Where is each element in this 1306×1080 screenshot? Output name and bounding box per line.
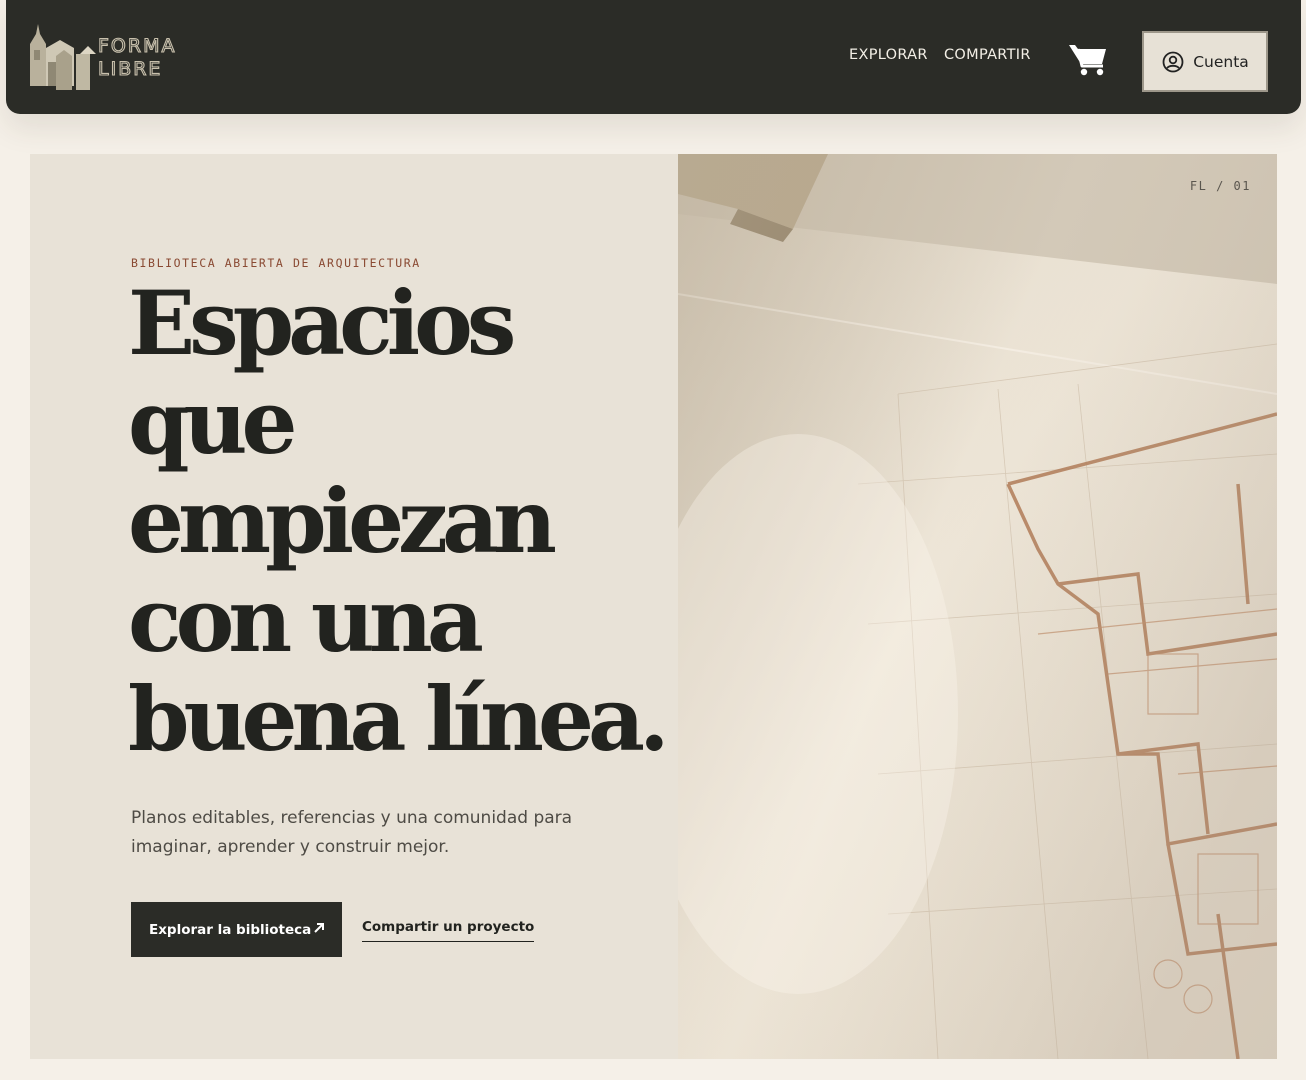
explore-library-label: Explorar la biblioteca	[149, 921, 312, 938]
headline-line-5: buena línea.	[128, 667, 670, 771]
headline-line-2: que	[128, 370, 298, 474]
hero-section: BIBLIOTECA ABIERTA DE ARQUITECTURA Espac…	[30, 154, 1277, 1059]
headline-line-1: Espacios	[128, 271, 516, 375]
blueprint-photo	[678, 154, 1277, 1059]
brand-name-libre: LIBRE	[98, 58, 162, 80]
hero-headline: Espacios que empiezan con una buena líne…	[128, 271, 670, 771]
nav-explorar[interactable]: EXPLORAR	[849, 47, 928, 67]
building-logo-icon: FORMA LIBRE	[30, 24, 176, 90]
hero-blueprint-image: FL / 01	[678, 154, 1277, 1059]
site-header: FORMA LIBRE EXPLORAR COMPARTIR Cuenta	[6, 0, 1301, 114]
nav-compartir[interactable]: COMPARTIR	[944, 47, 1031, 67]
cart-button[interactable]	[1066, 40, 1112, 80]
user-circle-icon	[1162, 51, 1184, 72]
brand-name-forma: FORMA	[98, 35, 176, 57]
image-tag: FL / 01	[1189, 179, 1251, 193]
share-project-link[interactable]: Compartir un proyecto	[362, 919, 535, 942]
headline-line-3: empiezan	[128, 469, 557, 573]
explore-library-button[interactable]: Explorar la biblioteca	[131, 902, 342, 957]
headline-line-4: con una	[128, 568, 484, 672]
hero-subtext: Planos editables, referencias y una comu…	[131, 808, 573, 857]
shopping-cart-icon	[1069, 45, 1106, 76]
account-label: Cuenta	[1193, 52, 1249, 71]
hero-eyebrow: BIBLIOTECA ABIERTA DE ARQUITECTURA	[131, 256, 421, 270]
brand-logo[interactable]: FORMA LIBRE	[26, 20, 176, 95]
arrow-up-right-icon	[314, 923, 324, 933]
account-button[interactable]: Cuenta	[1142, 31, 1268, 92]
